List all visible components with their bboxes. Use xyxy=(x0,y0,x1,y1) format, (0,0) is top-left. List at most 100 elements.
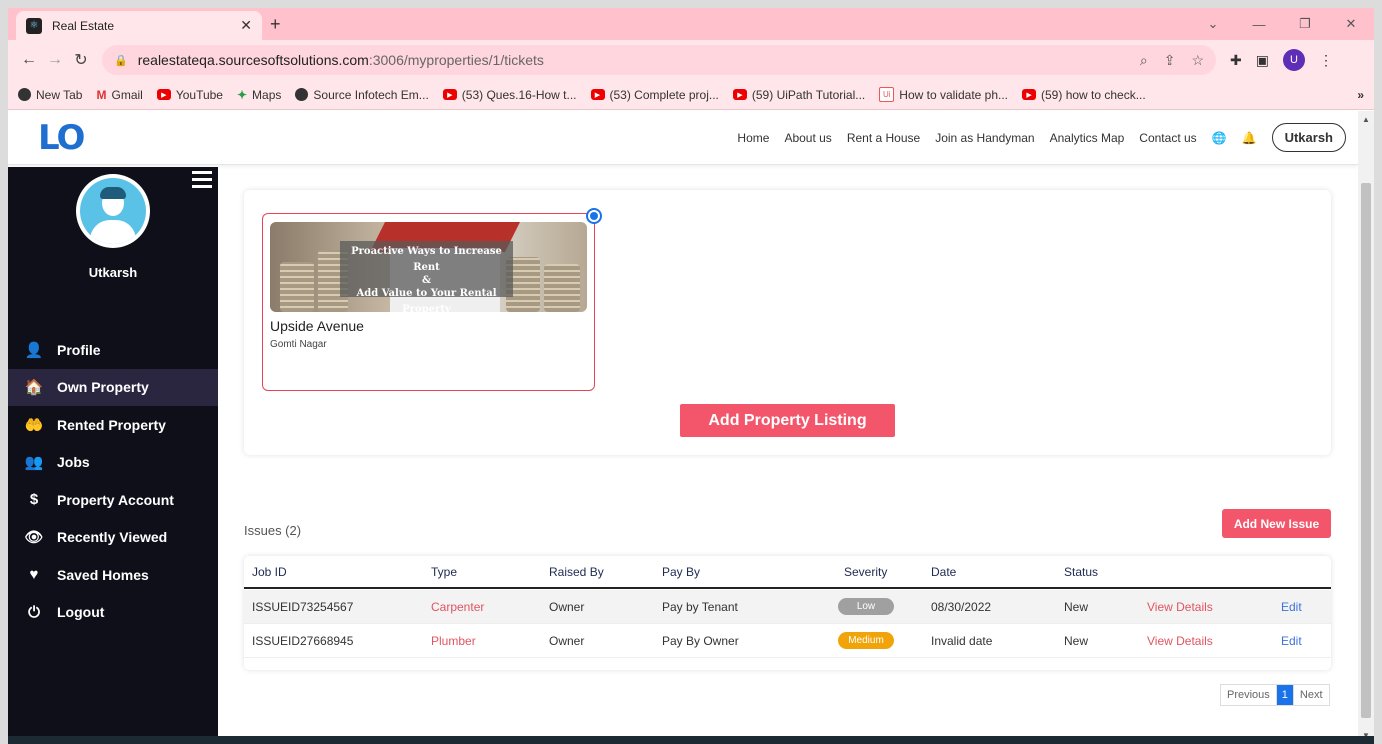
pagination-next[interactable]: Next xyxy=(1292,685,1329,705)
avatar xyxy=(76,174,150,248)
nav-link-join-as-handyman[interactable]: Join as Handyman xyxy=(935,131,1034,145)
zoom-icon[interactable]: ⌕ xyxy=(1140,52,1148,69)
house-icon: 🏠 xyxy=(24,379,44,397)
add-new-issue-button[interactable]: Add New Issue xyxy=(1222,509,1331,538)
edit-link[interactable]: Edit xyxy=(1281,624,1302,657)
new-tab-button[interactable]: + xyxy=(270,14,281,35)
property-card[interactable]: Proactive Ways to Increase Rent & Add Va… xyxy=(262,208,602,391)
extensions-icon[interactable]: ✚ xyxy=(1230,52,1242,69)
reload-icon[interactable]: ↻ xyxy=(68,50,94,70)
bookmark-item[interactable]: ▶ (53) Complete proj... xyxy=(590,87,719,102)
react-favicon-icon: ⚛ xyxy=(26,17,42,34)
sidebar-item-logout[interactable]: ⏻ Logout xyxy=(8,594,218,632)
bookmark-item[interactable]: Source Infotech Em... xyxy=(295,88,429,102)
bookmark-item[interactable]: Ui How to validate ph... xyxy=(879,87,1008,102)
youtube-icon: ▶ xyxy=(156,89,171,100)
minimize-button[interactable]: — xyxy=(1236,8,1282,40)
close-window-button[interactable]: ✕ xyxy=(1328,8,1374,40)
address-bar[interactable]: 🔒 realestateqa.sourcesoftsolutions.com:3… xyxy=(102,45,1216,75)
sidebar-item-label: Jobs xyxy=(57,454,90,471)
cell-date: Invalid date xyxy=(931,633,993,648)
sidebar-item-label: Rented Property xyxy=(57,416,166,433)
sidebar-item-property-account[interactable]: $ Property Account xyxy=(8,481,218,519)
nav-link-contact-us[interactable]: Contact us xyxy=(1139,131,1196,145)
globe-icon[interactable]: 🌐 xyxy=(1212,131,1227,145)
tab-close-icon[interactable]: ✕ xyxy=(240,17,252,34)
table-row: ISSUEID73254567 Carpenter Owner Pay by Tena… xyxy=(244,590,1331,624)
nav-link-about-us[interactable]: About us xyxy=(784,131,831,145)
sidebar-item-saved-homes[interactable]: ♥ Saved Homes xyxy=(8,556,218,594)
add-property-listing-button[interactable]: Add Property Listing xyxy=(680,404,895,437)
property-title: Upside Avenue xyxy=(270,318,364,334)
cell-job-id: ISSUEID27668945 xyxy=(252,633,354,648)
bookmark-item[interactable]: M Gmail xyxy=(96,88,142,102)
sidebar: Utkarsh 👤 Profile 🏠 Own Property 🤲 Rented Pro… xyxy=(8,167,218,744)
share-icon[interactable]: ⇪ xyxy=(1164,52,1176,69)
sidebar-item-label: Saved Homes xyxy=(57,566,149,583)
selected-radio[interactable] xyxy=(586,208,602,224)
scroll-up-icon[interactable]: ▲ xyxy=(1362,115,1370,124)
uipath-icon: Ui xyxy=(879,87,895,102)
hamburger-menu-icon[interactable] xyxy=(192,171,212,192)
cell-date: 08/30/2022 xyxy=(931,599,992,614)
cell-pay-by: Pay By Owner xyxy=(662,633,739,648)
bookmarks-overflow-icon[interactable]: » xyxy=(1357,88,1364,102)
bookmark-star-icon[interactable]: ☆ xyxy=(1191,52,1204,69)
nav-link-analytics-map[interactable]: Analytics Map xyxy=(1050,131,1125,145)
forward-icon[interactable]: → xyxy=(42,51,68,69)
youtube-icon: ▶ xyxy=(732,89,747,100)
browser-toolbar: ← → ↻ 🔒 realestateqa.sourcesoftsolutions… xyxy=(8,40,1374,80)
youtube-icon: ▶ xyxy=(442,89,457,100)
bell-icon[interactable]: 🔔 xyxy=(1242,131,1257,145)
edit-link[interactable]: Edit xyxy=(1281,590,1302,623)
bookmark-label: (53) Complete proj... xyxy=(609,87,719,102)
side-panel-icon[interactable]: ▣ xyxy=(1256,52,1269,69)
view-details-link[interactable]: View Details xyxy=(1147,590,1213,623)
bookmark-item[interactable]: ✦ Maps xyxy=(237,88,281,102)
column-header: Status xyxy=(1064,564,1099,579)
bookmark-label: New Tab xyxy=(36,87,83,102)
sidebar-item-profile[interactable]: 👤 Profile xyxy=(8,331,218,369)
nav-link-home[interactable]: Home xyxy=(737,131,769,145)
restore-button[interactable]: ❐ xyxy=(1282,8,1328,40)
nav-link-rent-a-house[interactable]: Rent a House xyxy=(847,131,920,145)
user-menu-button[interactable]: Utkarsh xyxy=(1271,123,1346,152)
sidebar-item-rented-property[interactable]: 🤲 Rented Property xyxy=(8,406,218,444)
people-icon: 👥 xyxy=(24,454,44,472)
power-icon: ⏻ xyxy=(28,603,40,621)
scrollbar-thumb[interactable] xyxy=(1361,183,1371,718)
column-header: Severity xyxy=(844,564,888,579)
globe-icon xyxy=(295,88,309,101)
site-logo[interactable]: LO xyxy=(38,118,85,158)
bookmark-item[interactable]: ▶ (59) UiPath Tutorial... xyxy=(732,88,865,102)
cell-raised-by: Owner xyxy=(549,599,585,614)
bookmark-item[interactable]: ▶ YouTube xyxy=(156,88,223,102)
sidebar-item-label: Profile xyxy=(57,341,101,358)
back-icon[interactable]: ← xyxy=(16,51,42,69)
os-taskbar xyxy=(8,736,1374,744)
property-image: Proactive Ways to Increase Rent & Add Va… xyxy=(270,222,587,312)
profile-avatar[interactable]: U xyxy=(1282,49,1305,71)
sidebar-item-jobs[interactable]: 👥 Jobs xyxy=(8,444,218,482)
menu-kebab-icon[interactable]: ⋮ xyxy=(1319,52,1333,69)
cell-status: New xyxy=(1064,599,1089,614)
heart-icon: ♥ xyxy=(29,566,39,584)
url-path: :3006/myproperties/1/tickets xyxy=(368,52,544,68)
bookmark-item[interactable]: ▶ (53) Ques.16-How t... xyxy=(442,88,577,102)
bookmark-item[interactable]: New Tab xyxy=(18,88,82,102)
pagination-page-1[interactable]: 1 xyxy=(1276,685,1293,705)
tab-search-icon[interactable]: ⌄ xyxy=(1190,8,1236,40)
view-details-link[interactable]: View Details xyxy=(1147,624,1213,657)
youtube-icon: ▶ xyxy=(1022,89,1037,100)
property-section: Proactive Ways to Increase Rent & Add Va… xyxy=(244,190,1331,455)
property-location: Gomti Nagar xyxy=(270,339,327,350)
pagination-previous[interactable]: Previous xyxy=(1221,685,1277,705)
browser-tab[interactable]: ⚛ Real Estate ✕ xyxy=(16,11,262,40)
sidebar-item-own-property[interactable]: 🏠 Own Property xyxy=(8,368,218,406)
severity-badge: Low xyxy=(838,598,894,615)
hand-house-icon: 🤲 xyxy=(24,416,44,434)
sidebar-item-recently-viewed[interactable]: 👁 Recently Viewed xyxy=(8,519,218,557)
severity-badge: Medium xyxy=(838,632,894,649)
page-scrollbar[interactable]: ▲ ▼ xyxy=(1358,111,1374,744)
bookmark-item[interactable]: ▶ (59) how to check... xyxy=(1022,88,1146,102)
